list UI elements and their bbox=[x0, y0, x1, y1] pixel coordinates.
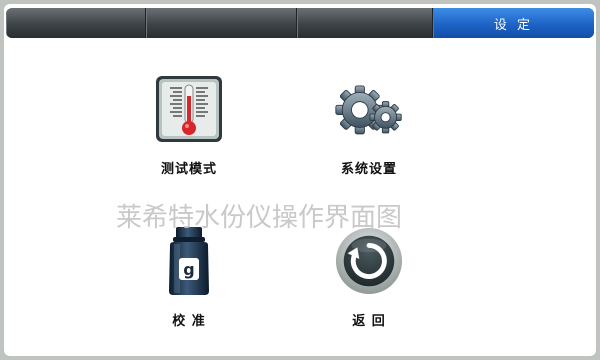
return-icon bbox=[334, 226, 404, 296]
calibrate-label: 校 准 bbox=[172, 314, 206, 329]
gears-icon bbox=[334, 74, 404, 144]
calibrate-button[interactable]: g 校 准 bbox=[114, 226, 264, 346]
thermometer-icon bbox=[154, 74, 224, 144]
test-mode-label: 测试模式 bbox=[160, 162, 217, 177]
svg-text:g: g bbox=[183, 260, 194, 279]
tab-1[interactable] bbox=[6, 8, 147, 38]
system-settings-button[interactable]: 系统设置 bbox=[294, 74, 444, 194]
tab-bar: 设 定 bbox=[6, 8, 594, 38]
tab-2[interactable] bbox=[146, 8, 297, 38]
back-button[interactable]: 返 回 bbox=[294, 226, 444, 346]
tab-settings[interactable]: 设 定 bbox=[432, 8, 594, 38]
tab-3[interactable] bbox=[297, 8, 433, 38]
weight-icon: g bbox=[154, 226, 224, 296]
system-settings-label: 系统设置 bbox=[340, 162, 397, 177]
back-label: 返 回 bbox=[352, 314, 386, 329]
main-screen: 设 定 测试模式 系统设置 g 校 准 返 回 莱希特水份仪操作界面图 bbox=[4, 4, 596, 356]
test-mode-button[interactable]: 测试模式 bbox=[114, 74, 264, 194]
watermark-text: 莱希特水份仪操作界面图 bbox=[116, 203, 403, 233]
